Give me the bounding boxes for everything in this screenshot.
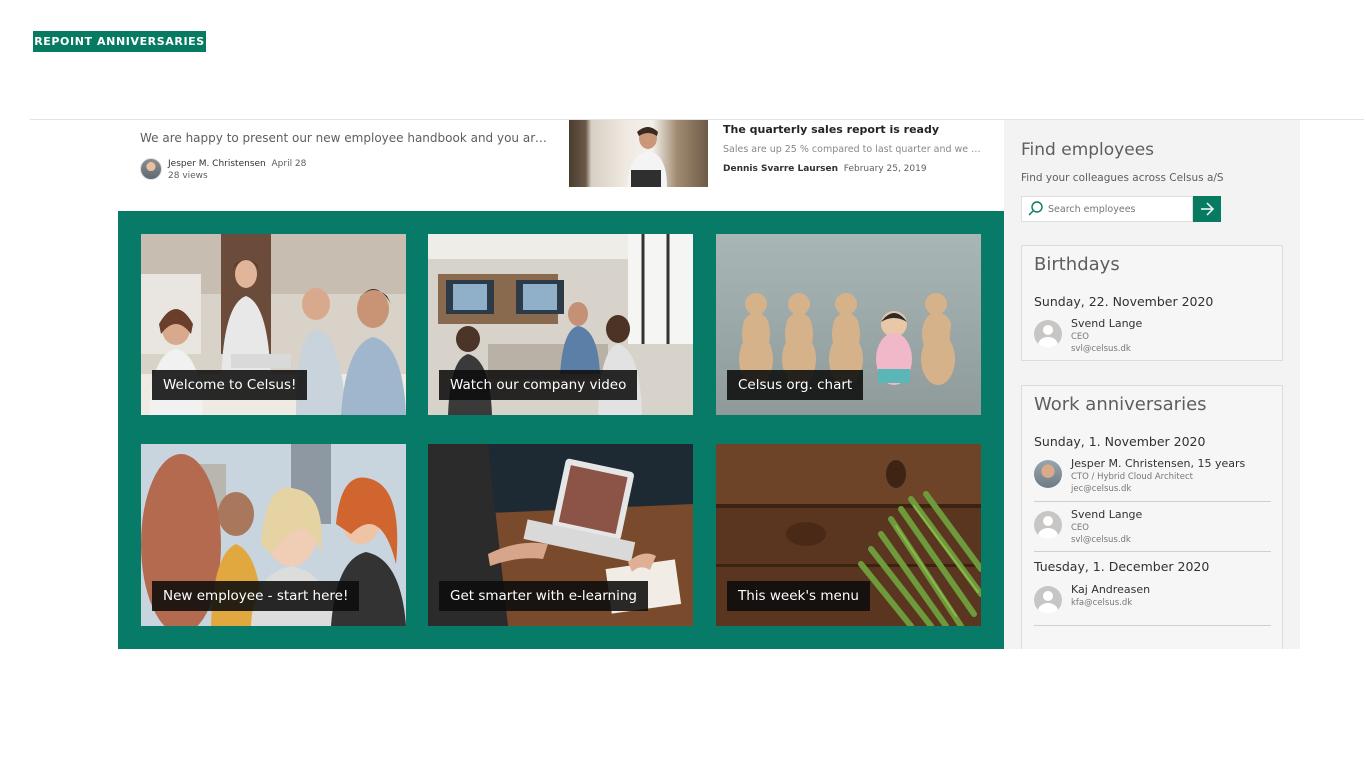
arrow-right-icon [1201, 202, 1215, 216]
news-item-text[interactable]: We are happy to present our new employee… [140, 131, 552, 145]
birthday-date: Sunday, 22. November 2020 [1034, 294, 1214, 309]
person-email[interactable]: jec@celsus.dk [1071, 483, 1245, 495]
person-title: CEO [1071, 332, 1089, 342]
news-date: February 25, 2019 [843, 164, 927, 174]
avatar [1034, 511, 1062, 539]
hero-tile-new-employee[interactable]: New employee - start here! [141, 444, 406, 626]
person-item[interactable]: Svend Lange CEO svl@celsus.dk [1034, 508, 1142, 546]
birthdays-title: Birthdays [1034, 254, 1120, 275]
person-name[interactable]: Svend Lange [1071, 317, 1142, 331]
birthdays-card: Birthdays Sunday, 22. November 2020 Sven… [1021, 245, 1283, 361]
hero-tile-label: This week's menu [727, 581, 870, 611]
find-employees-subtitle: Find your colleagues across Celsus a/S [1021, 172, 1224, 184]
person-name[interactable]: Kaj Andreasen [1071, 583, 1150, 597]
view-count: 28 views [168, 171, 208, 181]
author-name[interactable]: Jesper M. Christensen [168, 159, 266, 169]
person-title: CEO [1071, 523, 1089, 533]
hero-tile-label: Celsus org. chart [727, 370, 864, 400]
author-name[interactable]: Dennis Svarre Laursen [723, 164, 838, 174]
work-anniversaries-title: Work anniversaries [1034, 394, 1207, 415]
anniversary-date: Tuesday, 1. December 2020 [1034, 559, 1210, 574]
person-image [627, 127, 667, 187]
person-name[interactable]: Svend Lange [1071, 508, 1142, 522]
hero-tile-menu[interactable]: This week's menu [716, 444, 981, 626]
divider [1034, 551, 1271, 552]
news-thumbnail[interactable] [569, 120, 708, 187]
news-description: Sales are up 25 % compared to last quart… [723, 144, 985, 155]
news-date: April 28 [271, 159, 307, 169]
divider [1034, 625, 1271, 626]
person-email[interactable]: kfa@celsus.dk [1071, 597, 1150, 609]
search-submit-button[interactable] [1193, 196, 1221, 222]
search-field[interactable] [1021, 196, 1193, 222]
work-anniversaries-card: Work anniversaries Sunday, 1. November 2… [1021, 385, 1283, 649]
hero-tile-org-chart[interactable]: Celsus org. chart [716, 234, 981, 415]
person-email[interactable]: svl@celsus.dk [1071, 534, 1142, 546]
right-sidebar: Find employees Find your colleagues acro… [1004, 120, 1300, 649]
person-item[interactable]: Kaj Andreasen kfa@celsus.dk [1034, 583, 1150, 614]
find-employees-title: Find employees [1021, 140, 1155, 160]
avatar [1034, 586, 1062, 614]
hero-tile-label: Get smarter with e-learning [439, 581, 648, 611]
avatar [140, 158, 162, 180]
section-badge: REPOINT ANNIVERSARIES [33, 31, 206, 52]
person-email[interactable]: svl@celsus.dk [1071, 343, 1142, 355]
divider [1034, 501, 1271, 502]
avatar [1034, 460, 1062, 488]
news-byline: Dennis Svarre Laursen February 25, 2019 [723, 164, 927, 174]
person-item[interactable]: Jesper M. Christensen, 15 years CTO / Hy… [1034, 457, 1245, 495]
hero-tile-label: Welcome to Celsus! [152, 370, 308, 400]
search-input[interactable] [1048, 203, 1178, 215]
avatar [1034, 320, 1062, 348]
news-author-row: Jesper M. Christensen April 28 28 views [140, 158, 306, 182]
person-name[interactable]: Jesper M. Christensen, 15 years [1071, 457, 1245, 471]
person-item[interactable]: Svend Lange CEO svl@celsus.dk [1034, 317, 1142, 355]
news-title[interactable]: The quarterly sales report is ready [723, 123, 939, 136]
hero-tile-video[interactable]: Watch our company video [428, 234, 693, 415]
hero-tile-label: Watch our company video [439, 370, 638, 400]
hero-tile-label: New employee - start here! [152, 581, 360, 611]
search-icon [1028, 201, 1043, 216]
person-title: CTO / Hybrid Cloud Architect [1071, 472, 1193, 482]
hero-tile-welcome[interactable]: Welcome to Celsus! [141, 234, 406, 415]
anniversary-date: Sunday, 1. November 2020 [1034, 434, 1206, 449]
hero-tile-elearning[interactable]: Get smarter with e-learning [428, 444, 693, 626]
hero-web-part: Welcome to Celsus! Watch our company vid… [118, 211, 1004, 649]
